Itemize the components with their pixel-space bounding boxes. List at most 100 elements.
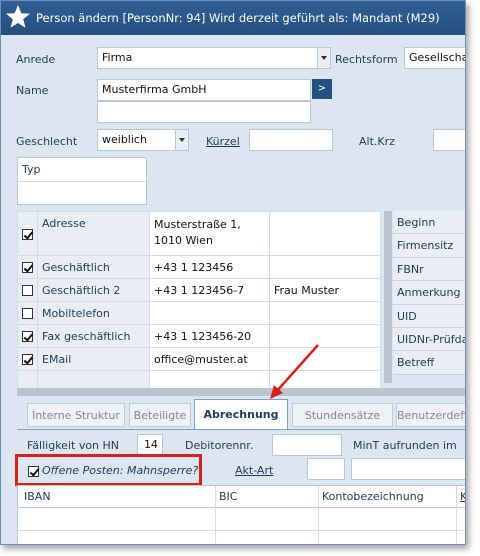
typ-list[interactable]: Typ: [17, 157, 147, 205]
tab-beteiligte[interactable]: Beteiligte: [129, 403, 191, 427]
grid-row-divider: [18, 530, 465, 531]
horizontal-splitter[interactable]: [17, 388, 465, 396]
table-row[interactable]: Geschäftlich 2 +43 1 123456-7 Frau Muste…: [17, 278, 381, 302]
geschlecht-select[interactable]: weiblich: [97, 129, 189, 151]
typ-header: Typ: [18, 158, 146, 182]
column-header-iban[interactable]: IBAN: [24, 490, 51, 503]
mint-label: MinT aufrunden im: [353, 439, 457, 452]
contact-extra[interactable]: [269, 301, 381, 325]
tab-interne-struktur[interactable]: Interne Struktur: [27, 403, 125, 427]
checkbox[interactable]: [22, 308, 33, 319]
column-divider: [215, 486, 216, 544]
contact-extra[interactable]: Frau Muster: [269, 278, 381, 302]
kuerzel-input[interactable]: [249, 129, 333, 151]
checkbox[interactable]: [22, 354, 33, 365]
details-item[interactable]: Anmerkung: [393, 281, 465, 305]
altkrz-input[interactable]: [433, 129, 465, 151]
debitor-label: Debitorennr.: [185, 439, 254, 452]
contact-value[interactable]: +43 1 123456-20: [149, 324, 270, 348]
column-header-kontobezeichnung[interactable]: Kontobezeichnung: [322, 490, 424, 503]
table-row[interactable]: EMail office@muster.at: [17, 347, 381, 371]
anrede-select[interactable]: Firma: [97, 47, 331, 69]
star-icon: [6, 5, 30, 28]
tab-benutzerdefiniert[interactable]: Benutzerdefiniert: [396, 403, 465, 427]
checkbox-cell[interactable]: [17, 301, 38, 325]
checkbox-cell[interactable]: [17, 324, 38, 348]
window-title: Person ändern [PersonNr: 94] Wird derzei…: [36, 11, 440, 25]
details-item[interactable]: Firmensitz: [393, 234, 465, 258]
contact-value[interactable]: +43 1 123456: [149, 255, 270, 279]
column-divider: [456, 486, 457, 544]
faelligkeit-label: Fälligkeit von HN: [27, 439, 120, 452]
contact-type: Geschäftlich: [37, 255, 150, 279]
contact-type: Mobiltelefon: [37, 301, 150, 325]
rechtsform-value: Gesellschaft: [409, 51, 465, 64]
address-line-2: 1010 Wien: [154, 234, 213, 247]
details-item[interactable]: Beginn: [393, 211, 465, 235]
chevron-down-icon[interactable]: [175, 130, 188, 150]
contact-type: Geschäftlich 2: [37, 278, 150, 302]
anrede-value: Firma: [102, 51, 133, 64]
kuerzel-label: Kürzel: [206, 135, 240, 148]
address-line-1: Musterstraße 1,: [154, 218, 241, 231]
debitor-input[interactable]: [272, 434, 342, 456]
table-row[interactable]: Geschäftlich +43 1 123456: [17, 255, 381, 279]
aktart-label: Akt-Art: [235, 464, 274, 477]
faelligkeit-input[interactable]: 14: [137, 434, 163, 456]
highlight-box: [15, 454, 202, 486]
altkrz-label: Alt.Krz: [359, 135, 395, 148]
contact-type: EMail: [37, 347, 150, 371]
tab-underline: [17, 429, 465, 430]
details-item[interactable]: FBNr: [393, 257, 465, 282]
grid-header: IBAN BIC Kontobezeichnung K: [18, 486, 465, 508]
column-divider: [318, 486, 319, 544]
table-row[interactable]: Adresse Musterstraße 1, 1010 Wien: [17, 211, 381, 256]
details-list: Beginn Firmensitz FBNr Anmerkung UID UID…: [393, 211, 465, 375]
details-item[interactable]: Betreff: [393, 351, 465, 375]
tab-stundensaetze[interactable]: Stundensätze: [292, 403, 393, 427]
aktart-desc-input[interactable]: [351, 458, 465, 480]
tab-abrechnung[interactable]: Abrechnung: [194, 399, 288, 430]
name-input[interactable]: Musterfirma GmbH: [97, 79, 311, 101]
rechtsform-select[interactable]: Gesellschaft: [404, 47, 465, 69]
checkbox[interactable]: [22, 285, 33, 296]
contact-value[interactable]: office@muster.at: [149, 347, 270, 371]
details-item[interactable]: UIDNr-Prüfdatum: [393, 327, 465, 352]
checkbox[interactable]: [22, 228, 33, 240]
details-item[interactable]: UID: [393, 304, 465, 328]
checkbox-cell[interactable]: [17, 211, 38, 256]
contact-extra[interactable]: [269, 255, 381, 279]
contact-value[interactable]: [149, 301, 270, 325]
checkbox-cell[interactable]: [17, 278, 38, 302]
column-header-bic[interactable]: BIC: [219, 490, 237, 503]
contact-value[interactable]: Musterstraße 1, 1010 Wien: [149, 211, 270, 256]
name2-input[interactable]: [97, 101, 311, 123]
rechtsform-label: Rechtsform: [335, 53, 398, 66]
anrede-label: Anrede: [16, 53, 56, 66]
contact-type: Fax geschäftlich: [37, 324, 150, 348]
vertical-splitter[interactable]: [384, 211, 392, 383]
table-row[interactable]: Mobiltelefon: [17, 301, 381, 325]
name-go-button[interactable]: >: [312, 79, 332, 99]
column-header-k[interactable]: K: [460, 490, 465, 503]
checkbox[interactable]: [22, 262, 33, 273]
contact-value[interactable]: +43 1 123456-7: [149, 278, 270, 302]
contact-extra[interactable]: [269, 211, 381, 256]
aktart-code-input[interactable]: [307, 458, 345, 480]
geschlecht-value: weiblich: [102, 133, 147, 146]
bank-grid[interactable]: IBAN BIC Kontobezeichnung K: [17, 485, 465, 544]
checkbox-cell[interactable]: [17, 347, 38, 371]
person-edit-window: Person ändern [PersonNr: 94] Wird derzei…: [0, 0, 466, 545]
contact-type: Adresse: [37, 211, 150, 256]
name-value: Musterfirma GmbH: [102, 83, 207, 96]
title-bar: Person ändern [PersonNr: 94] Wird derzei…: [1, 1, 465, 35]
chevron-down-icon[interactable]: [317, 48, 330, 68]
checkbox[interactable]: [22, 331, 33, 342]
contact-extra[interactable]: [269, 347, 381, 371]
checkbox-cell[interactable]: [17, 255, 38, 279]
contact-extra[interactable]: [269, 324, 381, 348]
name-label: Name: [16, 84, 49, 97]
table-row[interactable]: Fax geschäftlich +43 1 123456-20: [17, 324, 381, 348]
contacts-table: Adresse Musterstraße 1, 1010 Wien Geschä…: [17, 211, 381, 394]
geschlecht-label: Geschlecht: [16, 135, 78, 148]
